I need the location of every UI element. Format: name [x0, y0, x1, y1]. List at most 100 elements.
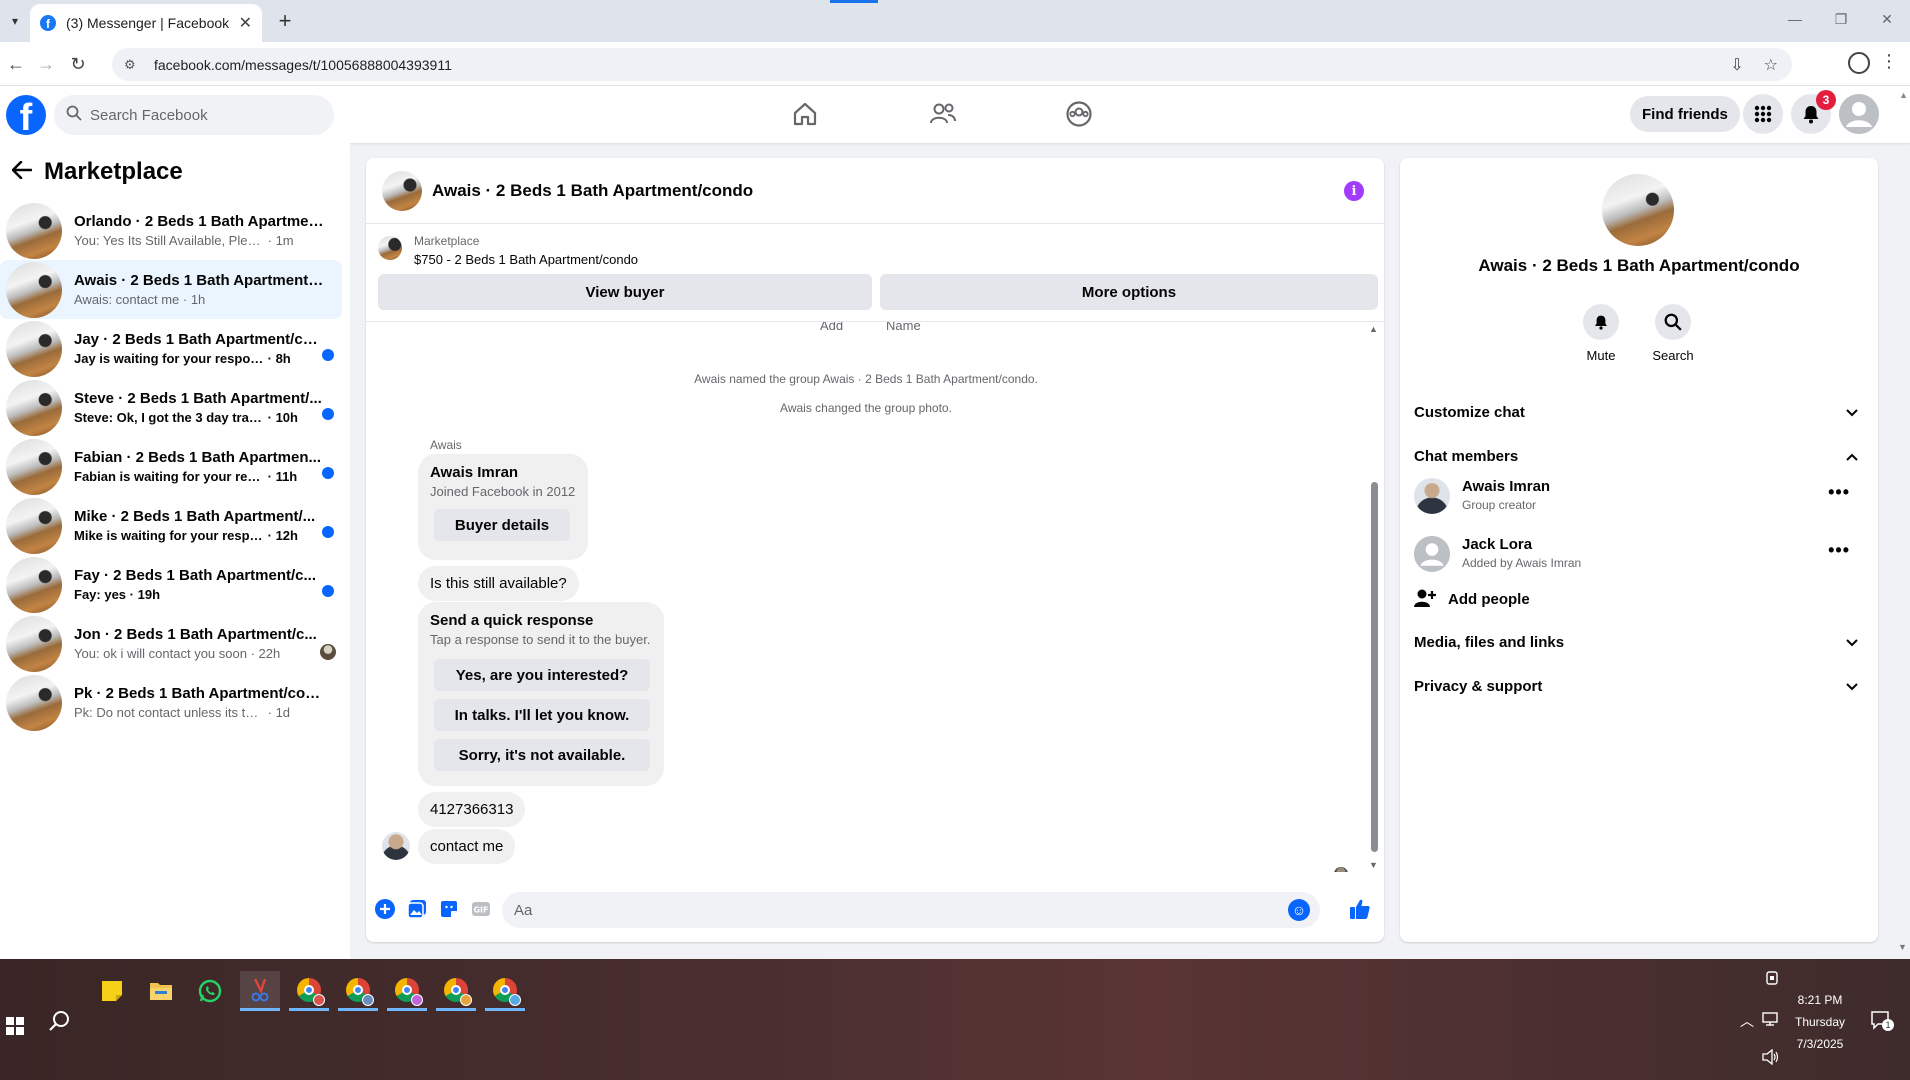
- message-bubble[interactable]: Is this still available?: [418, 566, 579, 601]
- notifications-bell-icon[interactable]: 3: [1791, 90, 1836, 134]
- back-arrow-icon[interactable]: ←: [4, 52, 28, 76]
- chrome-icon[interactable]: [485, 971, 525, 1011]
- chat-member-row[interactable]: Awais Imran Group creator •••: [1414, 472, 1864, 522]
- find-friends-button[interactable]: Find friends: [1630, 96, 1740, 132]
- media-files-links-row[interactable]: Media, files and links: [1414, 622, 1864, 662]
- groups-icon[interactable]: [1059, 94, 1099, 134]
- quick-response-option[interactable]: Sorry, it's not available.: [434, 739, 650, 771]
- facebook-search-box[interactable]: [54, 95, 334, 135]
- sender-avatar[interactable]: [382, 832, 410, 860]
- buyer-details-button[interactable]: Buyer details: [434, 509, 570, 541]
- mute-action[interactable]: Mute: [1571, 304, 1631, 363]
- windows-start-icon[interactable]: [6, 1017, 24, 1035]
- chat-members-row[interactable]: Chat members: [1414, 436, 1864, 476]
- network-icon[interactable]: [1762, 1011, 1780, 1030]
- view-buyer-button[interactable]: View buyer: [378, 274, 872, 310]
- facebook-logo-icon[interactable]: f: [6, 95, 46, 135]
- plus-circle-icon[interactable]: [374, 898, 396, 920]
- scroll-up-icon[interactable]: ▲: [1369, 324, 1378, 334]
- chat-header[interactable]: Awais · 2 Beds 1 Bath Apartment/condo i: [366, 158, 1384, 224]
- snipping-tool-icon[interactable]: [240, 971, 280, 1011]
- scroll-down-icon[interactable]: ▼: [1369, 860, 1378, 870]
- menu-grid-icon[interactable]: [1743, 94, 1783, 134]
- conversation-item[interactable]: Mike · 2 Beds 1 Bath Apartment/... Mike i…: [0, 496, 342, 555]
- chat-scrollbar[interactable]: ▲ ▼: [1368, 322, 1380, 872]
- notification-center-icon[interactable]: 1: [1870, 1009, 1894, 1034]
- forward-arrow-icon[interactable]: →: [34, 52, 58, 76]
- whatsapp-icon[interactable]: [190, 971, 230, 1011]
- bookmark-star-icon[interactable]: ☆: [1764, 55, 1778, 75]
- search-icon[interactable]: [1655, 304, 1691, 340]
- chat-group-photo[interactable]: [382, 170, 422, 211]
- conversation-item[interactable]: Fabian · 2 Beds 1 Bath Apartmen... Fabian…: [0, 437, 342, 496]
- browser-tab-messenger[interactable]: f (3) Messenger | Facebook ✕: [30, 4, 262, 42]
- sticky-notes-icon[interactable]: [92, 971, 132, 1011]
- emoji-icon[interactable]: ☺: [1288, 899, 1310, 921]
- message-bubble[interactable]: 4127366313: [418, 792, 526, 827]
- page-scroll-down-icon[interactable]: ▼: [1898, 942, 1907, 952]
- taskbar-search-icon[interactable]: [48, 1009, 76, 1037]
- tab-search-button[interactable]: ▾: [4, 10, 26, 32]
- address-bar[interactable]: ⚙ facebook.com/messages/t/10056888004393…: [112, 48, 1792, 81]
- close-window-button[interactable]: ✕: [1864, 0, 1910, 38]
- bell-icon[interactable]: [1583, 304, 1619, 340]
- privacy-support-row[interactable]: Privacy & support: [1414, 666, 1864, 706]
- restore-button[interactable]: ❐: [1818, 0, 1864, 38]
- quick-response-option[interactable]: In talks. I'll let you know.: [434, 699, 650, 731]
- chat-title[interactable]: Awais · 2 Beds 1 Bath Apartment/condo: [432, 181, 753, 201]
- reload-icon[interactable]: ↻: [66, 52, 90, 76]
- home-icon[interactable]: [785, 94, 825, 134]
- page-scrollbar[interactable]: ▼: [1896, 86, 1910, 959]
- minimize-button[interactable]: —: [1772, 0, 1818, 38]
- more-options-icon[interactable]: •••: [1828, 540, 1850, 561]
- conversation-item[interactable]: Awais · 2 Beds 1 Bath Apartment/c... Awai…: [0, 260, 342, 319]
- conversation-info-icon[interactable]: i: [1344, 181, 1364, 201]
- listing-price[interactable]: $750 - 2 Beds 1 Bath Apartment/condo: [414, 252, 638, 267]
- scrollbar-thumb[interactable]: [1371, 482, 1378, 852]
- message-input[interactable]: [514, 901, 1274, 919]
- chrome-icon[interactable]: [436, 971, 476, 1011]
- site-settings-icon[interactable]: ⚙: [124, 57, 142, 73]
- conversation-item[interactable]: Pk · 2 Beds 1 Bath Apartment/condo Pk: Do…: [0, 673, 342, 732]
- conversation-item[interactable]: Fay · 2 Beds 1 Bath Apartment/c... Fay: y…: [0, 555, 342, 614]
- tab-close-icon[interactable]: ✕: [239, 13, 252, 33]
- customize-chat-row[interactable]: Customize chat: [1414, 392, 1864, 432]
- listing-thumbnail[interactable]: [378, 236, 402, 260]
- chrome-icon[interactable]: [387, 971, 427, 1011]
- conversation-item[interactable]: Steve · 2 Beds 1 Bath Apartment/... Steve…: [0, 378, 342, 437]
- taskbar-clock[interactable]: 8:21 PM Thursday 7/3/2025: [1780, 989, 1860, 1055]
- browser-profile-icon[interactable]: [1848, 52, 1870, 74]
- more-options-icon[interactable]: •••: [1828, 482, 1850, 503]
- account-avatar[interactable]: [1839, 94, 1879, 134]
- chrome-icon[interactable]: [289, 971, 329, 1011]
- search-action[interactable]: Search: [1643, 304, 1703, 363]
- member-avatar[interactable]: [1414, 536, 1450, 572]
- photo-icon[interactable]: [406, 898, 428, 920]
- show-hidden-icons-chevron-icon[interactable]: ︿: [1740, 1011, 1754, 1031]
- back-arrow-icon[interactable]: [11, 158, 33, 186]
- message-bubble[interactable]: contact me: [418, 829, 516, 864]
- conversation-name: Jon · 2 Beds 1 Bath Apartment/c...: [74, 626, 317, 643]
- add-people-button[interactable]: Add people: [1414, 584, 1530, 614]
- group-photo[interactable]: [1602, 174, 1674, 246]
- message-input-box[interactable]: ☺: [502, 892, 1320, 928]
- friends-icon[interactable]: [923, 94, 963, 134]
- meet-now-icon[interactable]: [1765, 971, 1779, 990]
- new-tab-button[interactable]: +: [272, 8, 298, 34]
- chrome-icon[interactable]: [338, 971, 378, 1011]
- volume-icon[interactable]: [1762, 1048, 1780, 1068]
- install-app-icon[interactable]: ⇩: [1730, 55, 1743, 75]
- conversation-item[interactable]: Jon · 2 Beds 1 Bath Apartment/c... You: o…: [0, 614, 342, 673]
- sticker-icon[interactable]: [438, 898, 460, 920]
- browser-menu-icon[interactable]: ⋮: [1880, 51, 1898, 72]
- facebook-search-input[interactable]: [90, 106, 290, 124]
- conversation-item[interactable]: Jay · 2 Beds 1 Bath Apartment/co... Jay i…: [0, 319, 342, 378]
- thumbs-up-icon[interactable]: [1348, 897, 1372, 921]
- conversation-item[interactable]: Orlando · 2 Beds 1 Bath Apartment... You:…: [0, 201, 342, 260]
- chat-member-row[interactable]: Jack Lora Added by Awais Imran •••: [1414, 530, 1864, 580]
- more-options-button[interactable]: More options: [880, 274, 1378, 310]
- file-explorer-icon[interactable]: [141, 971, 181, 1011]
- quick-response-option[interactable]: Yes, are you interested?: [434, 659, 650, 691]
- gif-icon[interactable]: GIF: [470, 898, 492, 920]
- member-avatar[interactable]: [1414, 478, 1450, 514]
